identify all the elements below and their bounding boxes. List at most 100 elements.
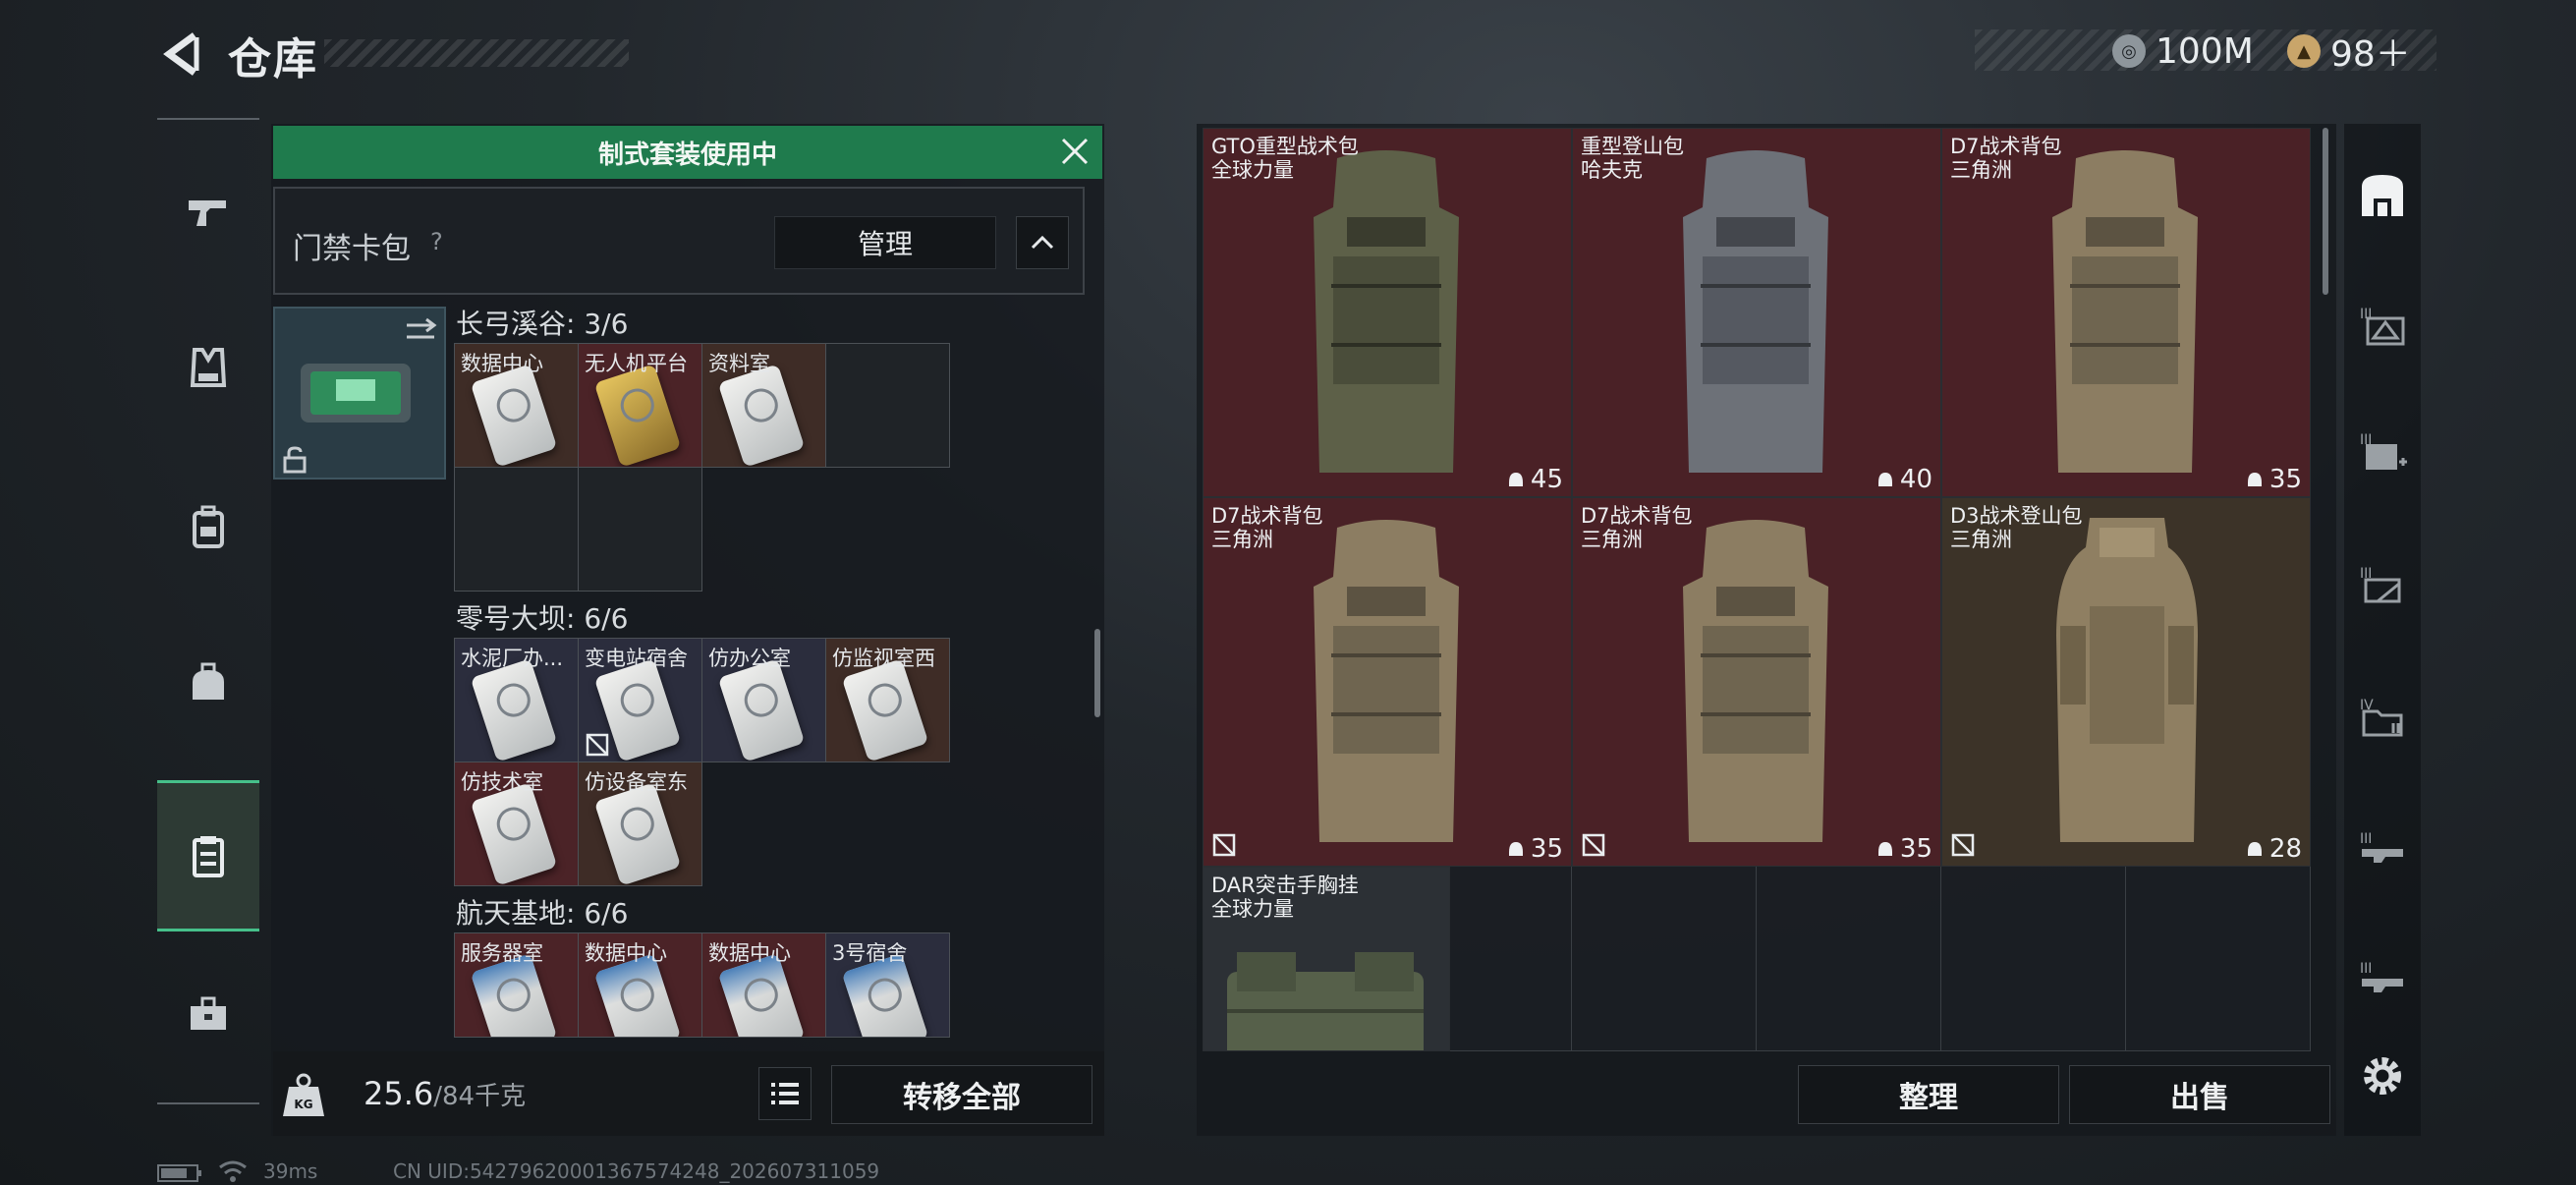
keycase-icon <box>193 836 224 877</box>
keycard-slot[interactable]: 仿办公室 <box>702 639 826 762</box>
empty-slot[interactable] <box>579 468 702 592</box>
vest-icon <box>190 348 227 387</box>
keycard-slot[interactable]: 服务器室 <box>455 933 579 1038</box>
stash-cell[interactable] <box>1572 867 1757 1051</box>
coin-icon: ◎ <box>2112 34 2146 68</box>
uninsured-icon <box>1582 833 1605 857</box>
currency-points[interactable]: ▲ 98＋ <box>2287 29 2411 75</box>
nav-bag[interactable] <box>157 631 259 733</box>
list-view-button[interactable] <box>758 1067 812 1120</box>
keycard-icon <box>593 364 682 467</box>
keycard-slot[interactable]: 资料室 <box>702 344 826 468</box>
sell-button[interactable]: 出售 <box>2069 1065 2330 1124</box>
backpack-image <box>1314 520 1459 842</box>
close-banner-button[interactable] <box>1055 132 1094 171</box>
points-amount: 98＋ <box>2330 34 2411 75</box>
uninsured-icon <box>1212 833 1236 857</box>
keycard-slot[interactable]: 无人机平台 <box>579 344 702 468</box>
section-title: 长弓溪谷: 3/6 <box>456 308 629 340</box>
keycard-name: 资料室 <box>708 352 770 375</box>
keycard-slot[interactable]: 水泥厂办... <box>455 639 579 762</box>
helmet-icon <box>1877 473 1892 486</box>
uid-display: CN UID:5427962000136757424​8_20260731105… <box>393 1159 880 1183</box>
keycard-icon <box>470 658 558 762</box>
item-d7-tactical-pack[interactable]: D7战术背包 三角洲 35 <box>1941 128 2311 497</box>
item-name: D7战术背包 三角洲 <box>1581 504 1693 551</box>
triangle-coin-icon: ▲ <box>2287 34 2321 68</box>
section-title: 零号大坝: 6/6 <box>456 602 629 635</box>
helmet-icon <box>1508 473 1523 486</box>
stash-cell[interactable] <box>1941 867 2126 1051</box>
item-count: 28 <box>2246 834 2302 864</box>
nav-weapons[interactable] <box>157 159 259 261</box>
item-heavy-mountain-pack[interactable]: 重型登山包 哈夫克 40 <box>1572 128 1941 497</box>
item-d7-tactical-pack[interactable]: D7战术背包 三角洲 35 <box>1572 497 1941 867</box>
helmet-icon <box>2247 842 2262 856</box>
nav-stash-tab-6[interactable]: III <box>2344 812 2421 888</box>
item-count: 45 <box>1507 465 1563 494</box>
keycard-slot[interactable]: 3号宿舍 <box>826 933 950 1038</box>
toolbox-icon <box>191 996 226 1030</box>
stash-cell[interactable] <box>1757 867 1941 1051</box>
nav-stash-tab-2[interactable]: III <box>2344 287 2421 364</box>
svg-text:KG: KG <box>294 1098 312 1111</box>
stash-tab-icon: III <box>2360 307 2405 346</box>
keycard-name: 数据中心 <box>708 941 791 965</box>
unlock-icon <box>283 446 307 474</box>
keycard-name: 仿监视室西 <box>832 647 935 670</box>
nav-stash-tab-3[interactable]: III <box>2344 413 2421 489</box>
settings-button[interactable] <box>2344 1038 2421 1114</box>
swap-icon[interactable] <box>403 316 438 346</box>
empty-slot[interactable] <box>455 468 579 592</box>
keycard-name: 仿办公室 <box>708 647 791 670</box>
key-case-slot[interactable] <box>273 307 446 480</box>
nav-helmet[interactable] <box>157 476 259 578</box>
tools-icon: III <box>2360 566 2401 603</box>
nav-keycards[interactable] <box>157 780 259 931</box>
keycard-slot[interactable]: 数据中心 <box>455 344 579 468</box>
nav-stash-tab-4[interactable]: III <box>2344 546 2421 623</box>
keycard-slot[interactable]: 仿技术室 <box>455 762 579 886</box>
uninsured-icon <box>586 733 609 757</box>
backpack-image <box>1683 150 1828 473</box>
bag-icon <box>193 662 224 700</box>
keycard-name: 水泥厂办... <box>461 647 564 670</box>
keycard-slot[interactable]: 仿设备室东 <box>579 762 702 886</box>
collapse-button[interactable] <box>1016 216 1069 269</box>
keycard-slot[interactable]: 数据中心 <box>702 933 826 1038</box>
item-name: GTO重型战术包 全球力量 <box>1211 135 1359 182</box>
back-arrow-icon[interactable] <box>157 29 206 79</box>
keycard-slot[interactable]: 仿监视室西 <box>826 639 950 762</box>
empty-slot[interactable] <box>826 344 950 468</box>
close-icon <box>1061 138 1089 165</box>
stash-cell[interactable] <box>2126 867 2311 1051</box>
transfer-all-button[interactable]: 转移全部 <box>831 1065 1092 1124</box>
nav-toolbox[interactable] <box>157 963 259 1065</box>
keycard-name: 仿技术室 <box>461 770 543 794</box>
gear-icon <box>2364 1057 2401 1095</box>
coin-amount: 100M <box>2156 30 2254 72</box>
item-d3-mountain-pack[interactable]: D3战术登山包 三角洲 28 <box>1941 497 2311 867</box>
currency-coins[interactable]: ◎ 100M <box>2112 29 2254 73</box>
manage-button[interactable]: 管理 <box>774 216 996 269</box>
item-d7-tactical-pack[interactable]: D7战术背包 三角洲 35 <box>1203 497 1572 867</box>
keycard-slot[interactable]: 变电站宿舍 <box>579 639 702 762</box>
item-name: D7战术背包 三角洲 <box>1211 504 1323 551</box>
nav-stash-all[interactable] <box>2344 157 2421 234</box>
tidy-button[interactable]: 整理 <box>1798 1065 2059 1124</box>
nav-stash-tab-7[interactable]: III <box>2344 941 2421 1018</box>
weight-current: 25.6 <box>364 1075 434 1112</box>
item-dar-chest-rig[interactable]: DAR突击手胸挂 全球力量 <box>1203 867 1450 1051</box>
item-count: 35 <box>1507 834 1563 864</box>
help-icon[interactable]: ? <box>430 228 443 255</box>
key-case-scrollbar[interactable] <box>1094 629 1100 717</box>
stash-scrollbar[interactable] <box>2323 128 2328 295</box>
keycard-name: 无人机平台 <box>585 352 688 375</box>
keycard-icon <box>470 782 558 885</box>
item-gto-heavy-pack[interactable]: GTO重型战术包 全球力量 45 <box>1203 128 1572 497</box>
rifle-icon: III <box>2360 961 2403 992</box>
nav-stash-tab-5[interactable]: IV <box>2344 678 2421 755</box>
nav-armor[interactable] <box>157 316 259 419</box>
keycard-slot[interactable]: 数据中心 <box>579 933 702 1038</box>
keycard-icon <box>470 364 558 467</box>
